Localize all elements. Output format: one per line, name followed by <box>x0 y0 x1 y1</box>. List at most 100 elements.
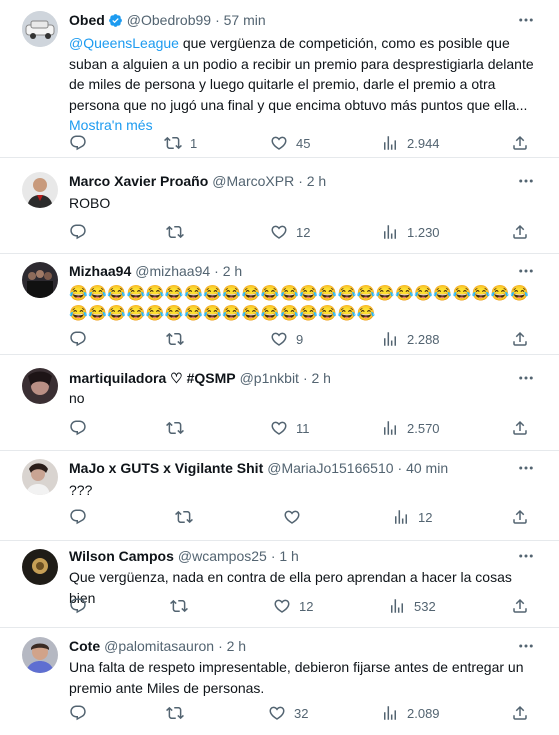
like-button[interactable]: 12 <box>273 596 313 616</box>
author-handle[interactable]: @Obedrob99 <box>127 12 211 28</box>
views-button[interactable]: 1.230 <box>381 222 440 242</box>
repost-button[interactable] <box>166 329 192 349</box>
reply-button[interactable] <box>69 596 95 616</box>
share-button[interactable] <box>511 329 529 349</box>
post-time[interactable]: · 40 min <box>398 460 449 476</box>
like-button[interactable] <box>283 507 309 527</box>
author-name[interactable]: Obed <box>69 12 105 28</box>
author-name[interactable]: MaJo x GUTS x Vigilante Shit <box>69 460 263 476</box>
like-button[interactable]: 11 <box>270 418 310 438</box>
more-icon[interactable] <box>516 370 536 386</box>
post-header: Wilson Campos @wcampos25 · 1 h <box>69 546 519 566</box>
views-button[interactable]: 2.089 <box>381 703 440 723</box>
views-button[interactable]: 12 <box>392 507 432 527</box>
show-more-link[interactable]: Mostra'n més <box>69 117 153 133</box>
views-button[interactable]: 2.570 <box>381 418 440 438</box>
avatar[interactable] <box>22 172 58 208</box>
author-name[interactable]: Cote <box>69 638 100 654</box>
reply-button[interactable] <box>69 133 95 153</box>
post-time[interactable]: · 57 min <box>215 12 266 28</box>
repost-button[interactable]: 1 <box>164 133 197 153</box>
author-handle[interactable]: @wcampos25 <box>178 548 267 564</box>
share-button[interactable] <box>511 596 529 616</box>
share-button[interactable] <box>511 133 529 153</box>
share-button[interactable] <box>511 507 529 527</box>
post[interactable]: Wilson Campos @wcampos25 · 1 h Que vergü… <box>0 541 559 628</box>
mention-link[interactable]: @QueensLeague <box>69 35 179 51</box>
views-icon <box>381 704 399 722</box>
share-icon <box>511 223 529 241</box>
like-icon <box>270 330 288 348</box>
post[interactable]: martiquiladora ♡ #QSMP @p1nkbit · 2 h no… <box>0 355 559 451</box>
person-avatar-image <box>22 172 58 208</box>
author-name[interactable]: Marco Xavier Proaño <box>69 173 208 189</box>
post-time[interactable]: · 2 h <box>214 263 242 279</box>
author-name[interactable]: Mizhaa94 <box>69 263 131 279</box>
share-icon <box>511 134 529 152</box>
author-handle[interactable]: @p1nkbit <box>240 370 299 386</box>
author-name[interactable]: Wilson Campos <box>69 548 174 564</box>
more-icon[interactable] <box>516 460 536 476</box>
post-text: ROBO <box>69 195 111 211</box>
more-icon[interactable] <box>516 12 536 28</box>
views-icon <box>381 330 399 348</box>
post-time[interactable]: · 2 h <box>298 173 326 189</box>
reply-button[interactable] <box>69 418 95 438</box>
repost-button[interactable] <box>166 222 192 242</box>
reply-button[interactable] <box>69 329 95 349</box>
post[interactable]: Mizhaa94 @mizhaa94 · 2 h 😂😂😂😂😂😂😂😂😂😂😂😂😂😂😂… <box>0 254 559 355</box>
avatar[interactable] <box>22 637 58 673</box>
like-count: 45 <box>296 135 311 151</box>
share-button[interactable] <box>511 703 529 723</box>
like-button[interactable]: 9 <box>270 329 303 349</box>
author-handle[interactable]: @palomitasauron <box>104 638 214 654</box>
more-icon[interactable] <box>516 263 536 279</box>
avatar[interactable] <box>22 549 58 585</box>
views-button[interactable]: 532 <box>388 596 436 616</box>
views-icon <box>381 223 399 241</box>
share-button[interactable] <box>511 222 529 242</box>
reply-icon <box>69 508 87 526</box>
like-count: 12 <box>299 598 314 614</box>
post[interactable]: Marco Xavier Proaño @MarcoXPR · 2 h ROBO… <box>0 158 559 254</box>
reply-button[interactable] <box>69 222 95 242</box>
like-button[interactable]: 32 <box>268 703 308 723</box>
views-button[interactable]: 2.944 <box>381 133 440 153</box>
more-icon[interactable] <box>516 173 536 189</box>
post-time[interactable]: · 2 h <box>218 638 246 654</box>
like-icon <box>270 223 288 241</box>
post-time[interactable]: · 2 h <box>303 370 331 386</box>
more-icon[interactable] <box>516 638 536 654</box>
views-button[interactable]: 2.288 <box>381 329 440 349</box>
post[interactable]: MaJo x GUTS x Vigilante Shit @MariaJo151… <box>0 451 559 541</box>
views-count: 2.089 <box>407 705 440 721</box>
repost-button[interactable] <box>166 418 192 438</box>
like-icon <box>273 597 291 615</box>
emoji-line: 😂😂😂😂😂😂😂😂😂😂😂😂😂😂😂😂😂😂😂😂😂😂😂😂 <box>69 285 530 302</box>
author-handle[interactable]: @MariaJo15166510 <box>267 460 393 476</box>
repost-button[interactable] <box>175 507 201 527</box>
repost-icon <box>175 508 193 526</box>
post[interactable]: Obed @Obedrob99 · 57 min @QueensLeague q… <box>0 0 559 158</box>
avatar[interactable] <box>22 11 58 47</box>
post[interactable]: Cote @palomitasauron · 2 h Una falta de … <box>0 628 559 735</box>
reply-icon <box>69 223 87 241</box>
like-button[interactable]: 45 <box>270 133 310 153</box>
post-time[interactable]: · 1 h <box>271 548 299 564</box>
like-button[interactable]: 12 <box>270 222 310 242</box>
more-icon[interactable] <box>516 548 536 564</box>
repost-button[interactable] <box>166 703 192 723</box>
avatar[interactable] <box>22 368 58 404</box>
dark-avatar-image <box>22 549 58 585</box>
author-handle[interactable]: @mizhaa94 <box>135 263 210 279</box>
avatar[interactable] <box>22 262 58 298</box>
share-button[interactable] <box>511 418 529 438</box>
reply-button[interactable] <box>69 507 95 527</box>
author-name[interactable]: martiquiladora ♡ #QSMP <box>69 370 236 387</box>
reply-button[interactable] <box>69 703 95 723</box>
avatar[interactable] <box>22 459 58 495</box>
repost-button[interactable] <box>170 596 196 616</box>
views-icon <box>388 597 406 615</box>
author-handle[interactable]: @MarcoXPR <box>212 173 294 189</box>
repost-count: 1 <box>190 135 198 151</box>
